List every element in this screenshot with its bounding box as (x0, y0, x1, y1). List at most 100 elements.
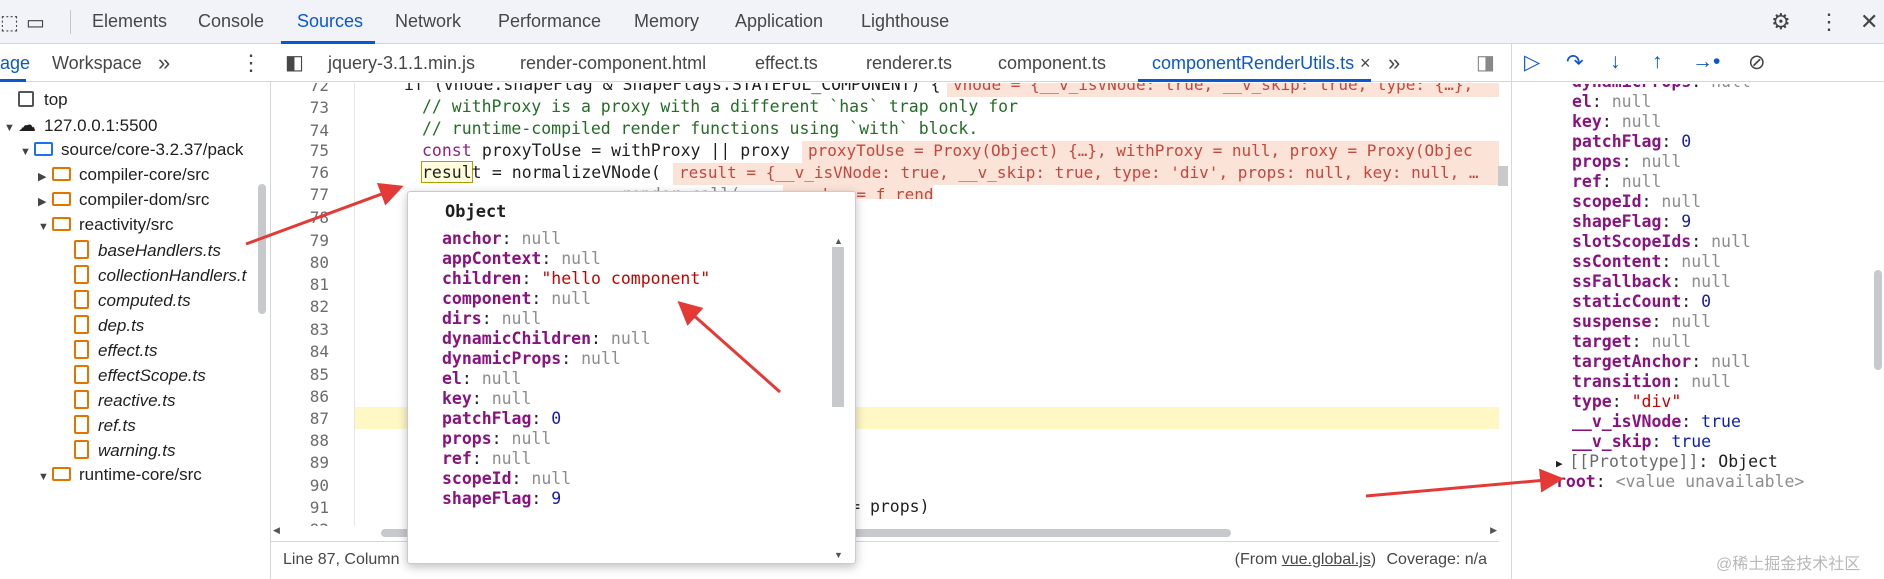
scope-property-row[interactable]: staticCount: 0 (1572, 292, 1711, 311)
toggle-debugger-icon[interactable]: ◨ (1476, 50, 1495, 75)
scope-property-row[interactable]: key: null (1572, 112, 1661, 131)
line-number[interactable]: 86 (271, 387, 329, 406)
file-tab-jquery[interactable]: jquery-3.1.1.min.js (328, 53, 475, 74)
tab-network[interactable]: Network (395, 11, 461, 32)
line-number[interactable]: 81 (271, 275, 329, 294)
tree-item-compiler-core[interactable]: ▶ compiler-core/src (38, 165, 209, 193)
popover-property-row[interactable]: patchFlag: 0 (442, 409, 561, 428)
tree-file-item[interactable]: reactive.ts (74, 390, 175, 418)
tree-file-item[interactable]: warning.ts (74, 440, 175, 468)
popover-property-row[interactable]: key: null (442, 389, 531, 408)
tab-console[interactable]: Console (198, 11, 264, 32)
navigator-overflow-icon[interactable]: » (158, 50, 170, 76)
scope-root-row[interactable]: root: <value unavailable> (1556, 472, 1804, 491)
popover-property-row[interactable]: anchor: null (442, 229, 561, 248)
close-icon[interactable]: ✕ (1860, 9, 1878, 35)
toggle-navigator-icon[interactable]: ◧ (285, 50, 304, 75)
tree-item-compiler-dom[interactable]: ▶ compiler-dom/src (38, 190, 209, 218)
line-number[interactable]: 88 (271, 431, 329, 450)
popover-property-row[interactable]: props: null (442, 429, 551, 448)
scope-property-row[interactable]: shapeFlag: 9 (1572, 212, 1691, 231)
tree-file-item[interactable]: computed.ts (74, 290, 191, 318)
popover-property-row[interactable]: appContext: null (442, 249, 601, 268)
file-tab-componentRenderUtils[interactable]: componentRenderUtils.ts (1152, 53, 1354, 74)
tree-file-item[interactable]: ref.ts (74, 415, 136, 443)
scope-property-row[interactable]: patchFlag: 0 (1572, 132, 1691, 151)
scope-property-row[interactable]: target: null (1572, 332, 1691, 351)
scope-property-row[interactable]: __v_skip: true (1572, 432, 1711, 451)
deactivate-breakpoints-icon[interactable]: ⊘ (1748, 50, 1766, 75)
scope-property-row[interactable]: __v_isVNode: true (1572, 412, 1741, 431)
editor-vertical-scrollbar[interactable] (1498, 166, 1508, 186)
line-number[interactable]: 75 (271, 141, 329, 160)
line-number[interactable]: 78 (271, 208, 329, 227)
file-tab-component[interactable]: component.ts (998, 53, 1106, 74)
file-tab-effect[interactable]: effect.ts (755, 53, 818, 74)
tree-item-package[interactable]: ▼ source/core-3.2.37/pack (20, 140, 243, 168)
tree-item-top[interactable]: top (4, 90, 68, 118)
line-number[interactable]: 80 (271, 253, 329, 272)
navigator-scrollbar[interactable] (258, 184, 266, 314)
line-number[interactable]: 84 (271, 342, 329, 361)
tree-item-host[interactable]: ▼ ☁ 127.0.0.1:5500 (4, 115, 157, 143)
step-out-icon[interactable]: ↑ (1652, 50, 1663, 74)
inspect-icon[interactable]: ⬚ (0, 10, 19, 35)
scroll-up-icon[interactable]: ▲ (834, 236, 843, 246)
line-number[interactable]: 83 (271, 320, 329, 339)
line-number[interactable]: 76 (271, 163, 329, 182)
scope-property-row[interactable]: el: null (1572, 92, 1652, 111)
line-number[interactable]: 73 (271, 98, 329, 117)
tab-application[interactable]: Application (735, 11, 823, 32)
scope-property-row[interactable]: targetAnchor: null (1572, 352, 1751, 371)
line-number[interactable]: 79 (271, 231, 329, 250)
popover-property-row[interactable]: shapeFlag: 9 (442, 489, 561, 508)
more-vert-icon[interactable]: ⋮ (240, 50, 262, 76)
file-tabs-overflow-icon[interactable]: » (1388, 50, 1400, 76)
scope-property-row[interactable]: ref: null (1572, 172, 1661, 191)
tab-elements[interactable]: Elements (92, 11, 167, 32)
close-tab-icon[interactable]: × (1360, 53, 1371, 74)
step-over-icon[interactable]: ↷ (1566, 50, 1584, 75)
popover-property-row[interactable]: scopeId: null (442, 469, 571, 488)
file-tab-render-component[interactable]: render-component.html (520, 53, 706, 74)
device-toggle-icon[interactable]: ▭ (26, 10, 45, 35)
resume-icon[interactable]: ▷ (1524, 50, 1540, 75)
line-number[interactable]: 77 (271, 185, 329, 204)
step-icon[interactable]: →• (1692, 50, 1720, 74)
scope-property-row[interactable]: transition: null (1572, 372, 1731, 391)
tree-file-item[interactable]: baseHandlers.ts (74, 240, 221, 268)
popover-property-row[interactable]: children: "hello component" (442, 269, 710, 288)
scope-property-row[interactable]: ssFallback: null (1572, 272, 1731, 291)
hovered-token-result[interactable]: result (422, 163, 482, 182)
scroll-right-icon[interactable]: ▶ (1490, 525, 1497, 536)
more-vert-icon[interactable]: ⋮ (1818, 9, 1840, 35)
scope-property-row[interactable]: ssContent: null (1572, 252, 1721, 271)
line-number[interactable]: 89 (271, 453, 329, 472)
scope-scrollbar[interactable] (1874, 270, 1882, 370)
tree-item-reactivity[interactable]: ▼ reactivity/src (38, 215, 173, 243)
tree-item-runtime-core[interactable]: ▼ runtime-core/src (38, 465, 202, 493)
line-number[interactable]: 74 (271, 121, 329, 140)
line-number[interactable]: 85 (271, 365, 329, 384)
object-preview-popover[interactable]: Object anchor: null appContext: null child… (407, 191, 856, 564)
tree-file-item[interactable]: effectScope.ts (74, 365, 206, 393)
tab-lighthouse[interactable]: Lighthouse (861, 11, 949, 32)
source-map-link[interactable]: vue.global.js (1282, 551, 1371, 568)
scope-property-row[interactable]: dynamicProps: null (1572, 84, 1751, 91)
popover-property-row[interactable]: component: null (442, 289, 591, 308)
tree-file-item[interactable]: dep.ts (74, 315, 144, 343)
scope-property-row[interactable]: slotScopeIds: null (1572, 232, 1751, 251)
popover-property-row[interactable]: el: null (442, 369, 522, 388)
settings-icon[interactable]: ⚙ (1771, 9, 1791, 35)
popover-property-row[interactable]: dynamicProps: null (442, 349, 621, 368)
tab-memory[interactable]: Memory (634, 11, 699, 32)
line-number[interactable]: 87 (271, 409, 329, 428)
tab-performance[interactable]: Performance (498, 11, 601, 32)
tab-sources[interactable]: Sources (297, 11, 363, 32)
popover-scrollbar[interactable] (832, 247, 844, 407)
file-tab-renderer[interactable]: renderer.ts (866, 53, 952, 74)
scope-property-row[interactable]: scopeId: null (1572, 192, 1701, 211)
popover-property-row[interactable]: dynamicChildren: null (442, 329, 651, 348)
line-number[interactable]: 72 (271, 83, 329, 95)
scope-property-row[interactable]: props: null (1572, 152, 1681, 171)
